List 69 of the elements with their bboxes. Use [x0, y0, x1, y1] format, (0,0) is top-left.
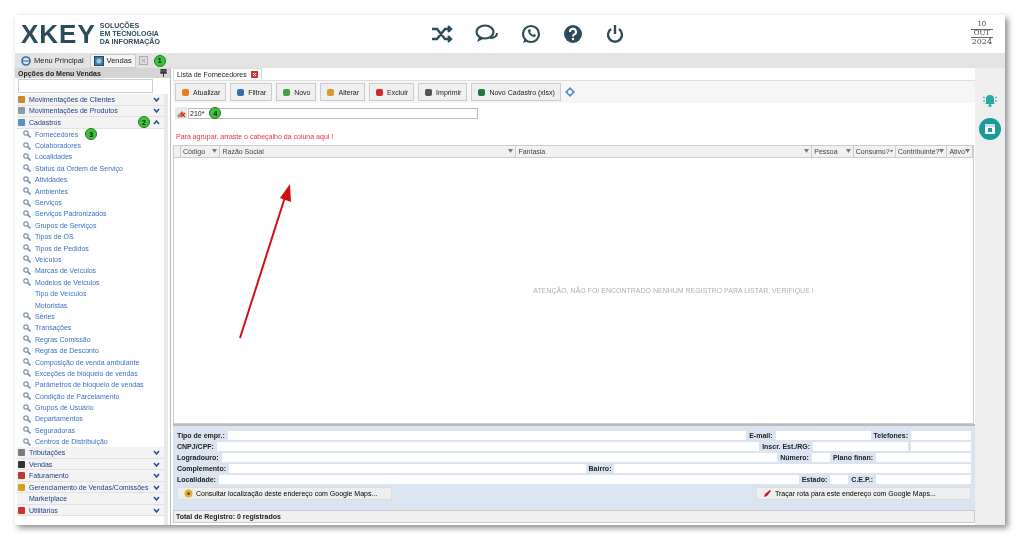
input-field[interactable]: [811, 452, 830, 462]
search-icon: [23, 209, 31, 218]
input-field[interactable]: [221, 452, 778, 462]
search-icon: [23, 380, 31, 389]
input-field[interactable]: [775, 430, 871, 440]
input-field[interactable]: [813, 441, 908, 451]
input-field[interactable]: [876, 452, 971, 462]
globe-icon: [21, 55, 31, 66]
close-icon[interactable]: [250, 71, 258, 78]
power-icon[interactable]: [605, 24, 625, 44]
search-icon: [23, 130, 31, 139]
module-icon: [93, 55, 104, 66]
logo-wordmark: XKEY: [21, 21, 96, 47]
search-icon: [23, 164, 31, 173]
input-field[interactable]: [614, 463, 971, 473]
search-icon: [23, 323, 31, 332]
clear-filter-icon[interactable]: [175, 107, 187, 119]
search-icon: [23, 403, 31, 412]
chevron-down-icon[interactable]: [153, 473, 160, 479]
whatsapp-icon[interactable]: [521, 24, 541, 44]
input-field[interactable]: [911, 430, 971, 440]
search-icon: [23, 255, 31, 264]
chevron-down-icon[interactable]: [153, 496, 160, 502]
calendar-icon[interactable]: [979, 118, 1001, 140]
search-icon: [23, 244, 31, 253]
search-icon: [23, 232, 31, 241]
close-icon[interactable]: [138, 56, 148, 65]
input-field[interactable]: [876, 474, 971, 484]
search-icon: [23, 392, 31, 401]
search-icon: [23, 426, 31, 435]
search-icon: [23, 152, 31, 161]
chevron-down-icon[interactable]: [153, 484, 160, 490]
input-field[interactable]: [216, 441, 760, 451]
search-icon: [23, 175, 31, 184]
shuffle-icon[interactable]: [431, 25, 453, 43]
chevron-down-icon[interactable]: [153, 450, 160, 456]
chat-icon[interactable]: [475, 24, 499, 44]
input-field[interactable]: [227, 430, 747, 440]
input-field[interactable]: [218, 474, 799, 484]
help-icon[interactable]: [563, 24, 583, 44]
map-icon: [184, 489, 193, 498]
input-field[interactable]: [911, 441, 971, 451]
section-icon: [17, 505, 26, 515]
search-icon: [23, 312, 31, 321]
search-icon: [23, 335, 31, 344]
chevron-down-icon[interactable]: [153, 461, 160, 467]
search-icon: [23, 369, 31, 378]
chevron-down-icon[interactable]: [153, 507, 160, 513]
chevron-down-icon[interactable]: [153, 108, 160, 114]
pin-icon[interactable]: [160, 69, 167, 77]
search-icon: [23, 278, 31, 287]
chevron-up-icon[interactable]: [153, 119, 160, 125]
search-icon: [23, 358, 31, 366]
chevron-down-icon[interactable]: [153, 96, 160, 102]
bell-icon[interactable]: [982, 92, 998, 108]
search-icon: [23, 187, 31, 196]
info-icon[interactable]: [564, 87, 575, 97]
pencil-icon: [763, 489, 772, 498]
search-icon: [23, 266, 31, 275]
search-icon: [23, 414, 31, 423]
input-field[interactable]: [229, 463, 586, 473]
search-icon: [23, 141, 31, 150]
search-icon: [23, 198, 31, 207]
search-field[interactable]: [18, 79, 153, 93]
input-field[interactable]: [830, 474, 849, 484]
search-icon: [23, 346, 31, 355]
date-year: 2024: [971, 38, 992, 48]
search-icon: [23, 221, 31, 230]
search-icon: [23, 437, 31, 446]
